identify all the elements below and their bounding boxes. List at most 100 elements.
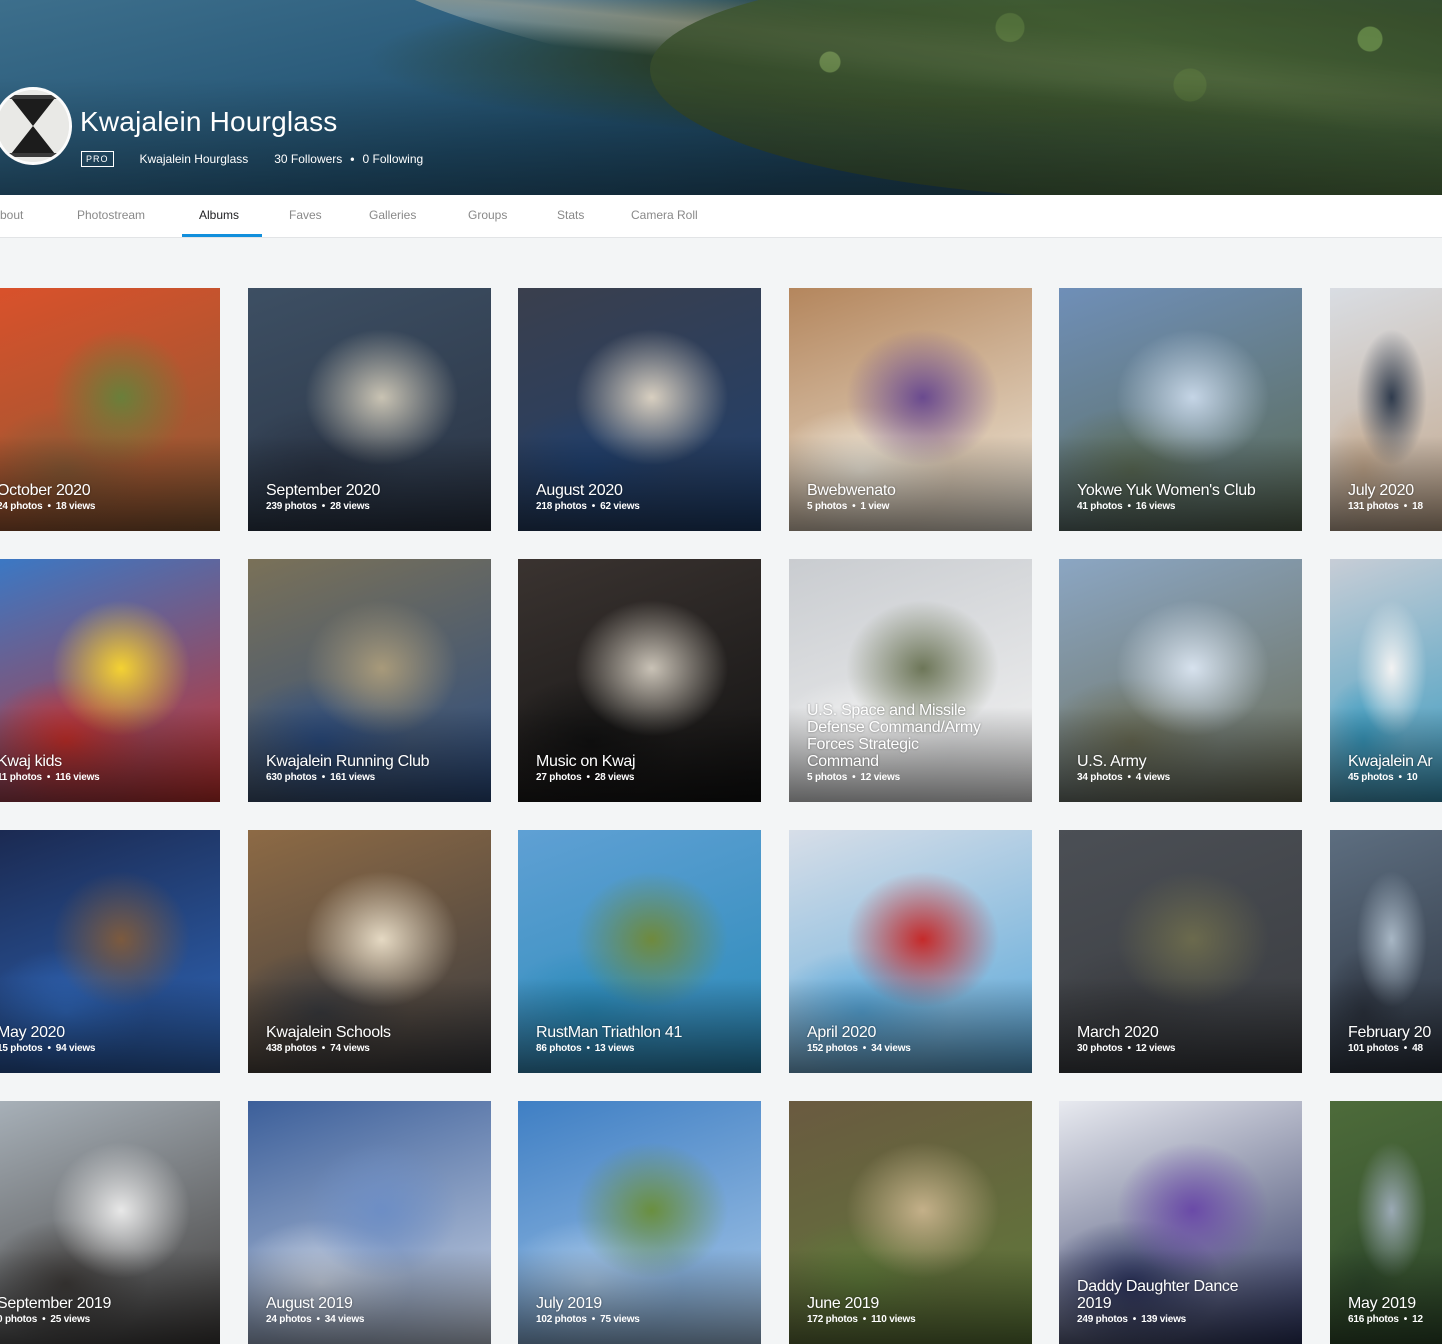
album-tile[interactable]: May 2019 616 photos • 12	[1330, 1101, 1442, 1344]
album-title: Kwajalein Ar	[1348, 753, 1433, 770]
album-caption: Yokwe Yuk Women's Club 41 photos • 16 views	[1077, 482, 1294, 512]
album-tile[interactable]: August 2019 24 photos • 34 views	[248, 1101, 491, 1344]
album-title: September 2020	[266, 482, 381, 499]
album-photo-count: 102 photos	[536, 1314, 587, 1325]
album-caption: Kwajalein Schools 438 photos • 74 views	[266, 1024, 483, 1054]
album-photo-count: 172 photos	[807, 1314, 858, 1325]
album-tile[interactable]: Yokwe Yuk Women's Club 41 photos • 16 views	[1059, 288, 1302, 531]
album-title: Yokwe Yuk Women's Club	[1077, 482, 1256, 499]
album-photo-count: 101 photos	[1348, 1043, 1399, 1054]
album-stats: 616 photos • 12	[1348, 1314, 1434, 1325]
album-stats-separator: •	[321, 501, 326, 512]
album-view-count: 28 views	[594, 772, 635, 783]
album-caption: March 2020 30 photos • 12 views	[1077, 1024, 1294, 1054]
album-tile[interactable]: August 2020 218 photos • 62 views	[518, 288, 761, 531]
album-caption: Kwajalein Running Club 630 photos • 161 vie…	[266, 753, 483, 783]
album-photo-count: 218 photos	[536, 501, 587, 512]
tab-albums[interactable]: Albums	[199, 208, 239, 222]
album-photo-count: 630 photos	[266, 772, 317, 783]
album-stats: 630 photos • 161 views	[266, 772, 483, 783]
album-title: February 20	[1348, 1024, 1431, 1041]
album-stats-separator: •	[321, 1043, 326, 1054]
album-tile[interactable]: March 2020 30 photos • 12 views	[1059, 830, 1302, 1073]
album-caption: July 2019 102 photos • 75 views	[536, 1295, 753, 1325]
album-tile[interactable]: September 2019 0 photos • 25 views	[0, 1101, 220, 1344]
album-caption: U.S. Space and Missile Defense Command/A…	[807, 702, 1024, 783]
album-tile[interactable]: Daddy Daughter Dance 2019 249 photos • 139 …	[1059, 1101, 1302, 1344]
album-view-count: 10	[1406, 772, 1418, 783]
album-stats-separator: •	[1403, 501, 1408, 512]
album-photo-count: 86 photos	[536, 1043, 582, 1054]
album-tile[interactable]: May 2020 15 photos • 94 views	[0, 830, 220, 1073]
album-title: August 2020	[536, 482, 623, 499]
album-view-count: 18 views	[55, 501, 96, 512]
album-tile[interactable]: October 2020 24 photos • 18 views	[0, 288, 220, 531]
album-tile[interactable]: July 2020 131 photos • 18	[1330, 288, 1442, 531]
tab-stats[interactable]: Stats	[557, 208, 584, 222]
album-title: July 2019	[536, 1295, 602, 1312]
profile-tabs: bout Photostream Albums Faves Galleries …	[0, 195, 1442, 238]
album-stats: 24 photos • 18 views	[0, 501, 212, 512]
tab-groups[interactable]: Groups	[468, 208, 507, 222]
album-title: April 2020	[807, 1024, 877, 1041]
album-photo-count: 41 photos	[1077, 501, 1123, 512]
album-view-count: 74 views	[330, 1043, 370, 1054]
album-stats-separator: •	[42, 1314, 46, 1325]
album-stats-separator: •	[47, 501, 51, 512]
followers-link[interactable]: 30 Followers	[274, 152, 342, 166]
album-stats-separator: •	[316, 1314, 320, 1325]
profile-meta: PRO Kwajalein Hourglass 30 Followers • 0…	[81, 151, 423, 167]
album-caption: Music on Kwaj 27 photos • 28 views	[536, 753, 753, 783]
album-stats-separator: •	[862, 1043, 867, 1054]
album-tile[interactable]: February 20 101 photos • 48	[1330, 830, 1442, 1073]
album-title: October 2020	[0, 482, 91, 499]
album-caption: Kwajalein Ar 45 photos • 10	[1348, 753, 1434, 783]
album-stats-separator: •	[1127, 772, 1131, 783]
following-link[interactable]: 0 Following	[362, 152, 423, 166]
album-photo-count: 131 photos	[1348, 501, 1399, 512]
album-stats: 239 photos • 28 views	[266, 501, 483, 512]
album-stats-separator: •	[852, 772, 856, 783]
album-photo-count: 34 photos	[1077, 772, 1123, 783]
album-view-count: 4 views	[1135, 772, 1170, 783]
album-view-count: 28 views	[330, 501, 370, 512]
album-stats-separator: •	[1127, 501, 1131, 512]
album-caption: April 2020 152 photos • 34 views	[807, 1024, 1024, 1054]
album-photo-count: 5 photos	[807, 772, 848, 783]
profile-username: Kwajalein Hourglass	[139, 152, 249, 166]
active-tab-indicator	[182, 234, 262, 237]
album-photo-count: 0 photos	[0, 1314, 38, 1325]
album-tile[interactable]: September 2020 239 photos • 28 views	[248, 288, 491, 531]
album-title: U.S. Space and Missile Defense Command/A…	[807, 702, 981, 770]
album-view-count: 25 views	[50, 1314, 90, 1325]
album-caption: September 2019 0 photos • 25 views	[0, 1295, 212, 1325]
tab-about[interactable]: bout	[0, 208, 23, 222]
album-tile[interactable]: U.S. Army 34 photos • 4 views	[1059, 559, 1302, 802]
album-tile[interactable]: Kwajalein Schools 438 photos • 74 views	[248, 830, 491, 1073]
album-tile[interactable]: April 2020 152 photos • 34 views	[789, 830, 1032, 1073]
tab-galleries[interactable]: Galleries	[369, 208, 416, 222]
album-title: RustMan Triathlon 41	[536, 1024, 683, 1041]
album-tile[interactable]: Kwajalein Ar 45 photos • 10	[1330, 559, 1442, 802]
album-view-count: 12 views	[1135, 1043, 1176, 1054]
tab-camera-roll[interactable]: Camera Roll	[631, 208, 698, 222]
album-title: July 2020	[1348, 482, 1414, 499]
album-tile[interactable]: U.S. Space and Missile Defense Command/A…	[789, 559, 1032, 802]
album-tile[interactable]: Bwebwenato 5 photos • 1 view	[789, 288, 1032, 531]
tab-faves[interactable]: Faves	[289, 208, 322, 222]
tab-photostream[interactable]: Photostream	[77, 208, 145, 222]
profile-name: Kwajalein Hourglass	[80, 106, 338, 137]
album-stats-separator: •	[862, 1314, 867, 1325]
hourglass-logo-icon	[0, 90, 69, 162]
album-stats-separator: •	[1132, 1314, 1137, 1325]
album-tile[interactable]: Kwajalein Running Club 630 photos • 161 vie…	[248, 559, 491, 802]
album-tile[interactable]: June 2019 172 photos • 110 views	[789, 1101, 1032, 1344]
album-tile[interactable]: Kwaj kids 11 photos • 116 views	[0, 559, 220, 802]
album-stats: 11 photos • 116 views	[0, 772, 212, 783]
album-photo-count: 249 photos	[1077, 1314, 1128, 1325]
album-tile[interactable]: Music on Kwaj 27 photos • 28 views	[518, 559, 761, 802]
album-view-count: 94 views	[55, 1043, 96, 1054]
album-tile[interactable]: July 2019 102 photos • 75 views	[518, 1101, 761, 1344]
album-stats-separator: •	[47, 1043, 51, 1054]
album-tile[interactable]: RustMan Triathlon 41 86 photos • 13 views	[518, 830, 761, 1073]
